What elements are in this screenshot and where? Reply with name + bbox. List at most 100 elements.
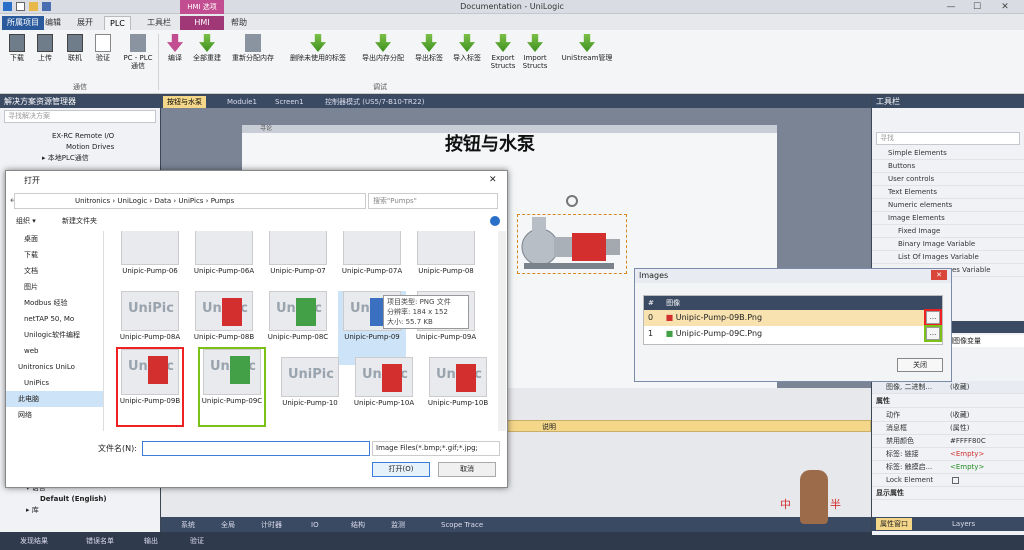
nav-unitronics[interactable]: Unitronics UniLo — [6, 359, 103, 375]
images-close-icon[interactable]: ✕ — [931, 270, 947, 280]
pc-plc-comm-button[interactable]: PC - PLC通信 — [120, 34, 156, 80]
file-item-highlighted-green[interactable]: UniPicUnipic-Pump-09C — [198, 347, 266, 427]
prop-row-disabled-color[interactable]: 禁用颜色 #FFFF80C — [872, 435, 1024, 448]
tab-monitor[interactable]: 监测 — [391, 519, 405, 531]
toolbox-image-elements[interactable]: Image Elements — [872, 212, 1024, 225]
pump-image-element[interactable] — [517, 214, 627, 274]
file-item[interactable]: UniPicUnipic-Pump-10A — [350, 357, 418, 431]
file-item[interactable]: Unipic-Pump-08 — [412, 231, 480, 299]
organize-button[interactable]: 组织 ▾ — [16, 213, 36, 229]
close-button[interactable]: ✕ — [994, 1, 1016, 13]
prop-row-display[interactable]: 显示属性 — [872, 487, 1024, 500]
open-dialog-close-icon[interactable]: ✕ — [489, 175, 497, 185]
solution-search-input[interactable]: 寻找解决方案 — [4, 110, 156, 123]
tab-scope-trace[interactable]: Scope Trace — [441, 519, 483, 531]
tab-hmi[interactable]: HMI — [180, 16, 224, 30]
tab-controller-mode[interactable]: 控制器模式 (US5/7-B10-TR22) — [321, 96, 428, 108]
toolbox-list-images-variable[interactable]: List Of Images Variable — [872, 251, 1024, 264]
toolbox-simple-elements[interactable]: Simple Elements — [872, 147, 1024, 160]
tab-help[interactable]: 帮助 — [226, 16, 252, 30]
help-icon[interactable] — [490, 216, 500, 226]
tree-item-default-english[interactable]: Default (English) — [26, 494, 160, 505]
nav-modbus[interactable]: Modbus 经验 — [6, 295, 103, 311]
toolbox-search-input[interactable]: 寻找 — [876, 132, 1020, 145]
tab-io[interactable]: IO — [311, 519, 319, 531]
download-button[interactable]: 下载 — [4, 34, 30, 80]
file-item[interactable]: UniPicUnipic-Pump-10B — [424, 357, 492, 431]
nav-network[interactable]: 网络 — [6, 407, 103, 423]
file-item[interactable]: UniPic Unipic-Pump-10 — [276, 357, 344, 431]
nav-this-pc[interactable]: 此电脑 — [6, 391, 103, 407]
rotate-handle-icon[interactable] — [566, 195, 578, 207]
tab-view[interactable]: 展开 — [72, 16, 98, 30]
tree-item-local-plc[interactable]: ▸ 本地PLC通信 — [42, 153, 160, 164]
new-folder-button[interactable]: 新建文件夹 — [62, 213, 97, 229]
cancel-button[interactable]: 取消 — [438, 462, 496, 477]
tab-verify[interactable]: 验证 — [190, 535, 204, 547]
address-bar[interactable]: Unitronics › UniLogic › Data › UniPics ›… — [14, 193, 366, 209]
import-structs-button[interactable]: Import Structs — [520, 34, 550, 80]
nav-downloads[interactable]: 下载 — [6, 247, 103, 263]
toolbox-fixed-image[interactable]: Fixed Image — [872, 225, 1024, 238]
tab-system[interactable]: 系统 — [181, 519, 195, 531]
file-search-input[interactable]: 搜索"Pumps" — [368, 193, 498, 209]
images-dialog[interactable]: Images ✕ # 图像 0 ■ Unipic-Pump-09B.Png ..… — [634, 268, 952, 382]
prop-row-tag-link[interactable]: 标签: 链接 <Empty> — [872, 448, 1024, 461]
export-tags-button[interactable]: 导出标签 — [412, 34, 446, 80]
images-row[interactable]: 1 ■ Unipic-Pump-09C.Png ... — [644, 325, 942, 342]
nav-unilogic-prog[interactable]: Unilogic软件编程 — [6, 327, 103, 343]
export-structs-button[interactable]: Export Structs — [488, 34, 518, 80]
images-row[interactable]: 0 ■ Unipic-Pump-09B.Png ... — [644, 309, 942, 326]
file-item[interactable]: UniPicUnipic-Pump-08C — [264, 291, 332, 365]
upload-button[interactable]: 上传 — [32, 34, 58, 80]
open-button[interactable]: 打开(O) — [372, 462, 430, 477]
maximize-button[interactable]: ☐ — [966, 1, 988, 13]
tab-error-list[interactable]: 错误名单 — [86, 535, 114, 547]
prop-row-messagebox[interactable]: 消息框 (属性) — [872, 422, 1024, 435]
verify-button[interactable]: 验证 — [90, 34, 116, 80]
browse-image-button[interactable]: ... — [924, 309, 942, 326]
toolbox-user-controls[interactable]: User controls — [872, 173, 1024, 186]
browse-image-button[interactable]: ... — [924, 325, 942, 342]
tab-plc[interactable]: PLC — [104, 16, 131, 30]
tab-file[interactable]: 所属项目 — [2, 16, 44, 30]
nav-desktop[interactable]: 桌面 — [6, 231, 103, 247]
file-item[interactable]: Unipic-Pump-06A — [190, 231, 258, 299]
file-item[interactable]: Unipic-Pump-07 — [264, 231, 332, 299]
toolbox-binary-image-variable[interactable]: Binary Image Variable — [872, 238, 1024, 251]
prop-row-tag-touch[interactable]: 标签: 触摸启... <Empty> — [872, 461, 1024, 474]
minimize-button[interactable]: — — [940, 1, 962, 13]
tab-timers[interactable]: 计时器 — [261, 519, 282, 531]
toolbox-buttons[interactable]: Buttons — [872, 160, 1024, 173]
file-item-highlighted-red[interactable]: UniPicUnipic-Pump-09B — [116, 347, 184, 427]
tree-item-library[interactable]: ▸ 库 — [26, 505, 160, 516]
open-file-dialog[interactable]: 打开 ✕ ← → ˅ ↑ Unitronics › UniLogic › Dat… — [5, 170, 508, 488]
tab-toolbar[interactable]: 工具栏 — [142, 16, 176, 30]
nav-pictures[interactable]: 图片 — [6, 279, 103, 295]
tab-output[interactable]: 输出 — [144, 535, 158, 547]
export-memory-button[interactable]: 导出内存分配 — [358, 34, 408, 80]
filetype-select[interactable]: Image Files(*.bmp;*.gif;*.jpg; — [372, 441, 500, 456]
toolbox-text-elements[interactable]: Text Elements — [872, 186, 1024, 199]
nav-unipics[interactable]: UniPics — [6, 375, 103, 391]
compile-button[interactable]: 编译 — [162, 34, 188, 80]
file-item[interactable]: Unipic-Pump-06 — [116, 231, 184, 299]
unistream-manage-button[interactable]: UniStream管理 — [556, 34, 618, 80]
images-close-button[interactable]: 关闭 — [897, 358, 943, 372]
tab-global[interactable]: 全局 — [221, 519, 235, 531]
file-item[interactable]: Unipic-Pump-07A — [338, 231, 406, 299]
filename-input[interactable] — [142, 441, 370, 456]
lock-checkbox[interactable] — [952, 477, 959, 484]
prop-row-action[interactable]: 动作 (收藏) — [872, 409, 1024, 422]
tab-properties-window[interactable]: 属性窗口 — [876, 518, 912, 530]
tab-module1[interactable]: Module1 — [223, 96, 261, 108]
rebuild-all-button[interactable]: 全部重建 — [190, 34, 224, 80]
tab-edit[interactable]: 编辑 — [40, 16, 66, 30]
online-button[interactable]: 联机 — [62, 34, 88, 80]
tab-screen1[interactable]: Screen1 — [271, 96, 308, 108]
tab-buttons-pump[interactable]: 按钮与水泵 — [163, 96, 206, 108]
tab-find-results[interactable]: 发现结果 — [20, 535, 48, 547]
delete-unused-tags-button[interactable]: 删除未使用的标签 — [284, 34, 352, 80]
nav-nettap[interactable]: netTAP 50, Mo — [6, 311, 103, 327]
tab-layers[interactable]: Layers — [952, 518, 975, 530]
